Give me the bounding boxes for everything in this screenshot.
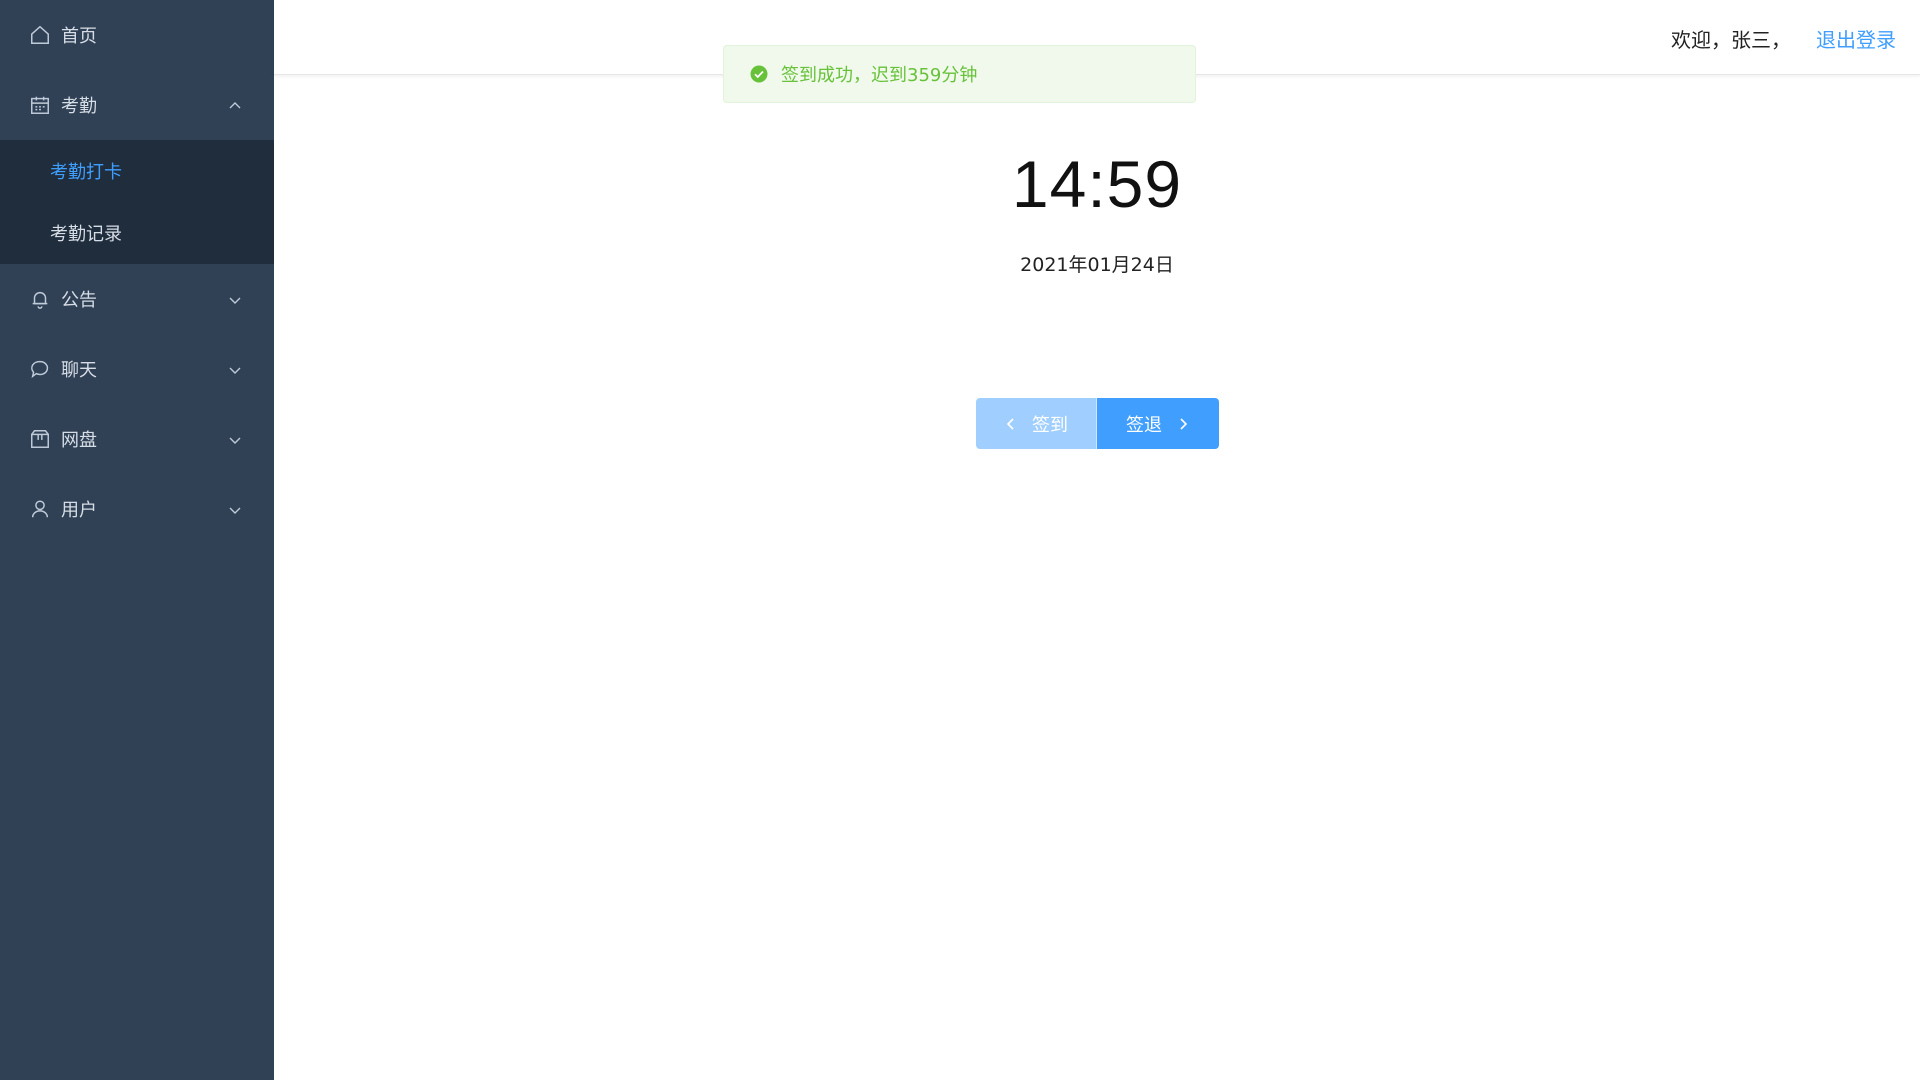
sidebar-item-user[interactable]: 用户 <box>0 474 274 544</box>
success-message-toast: 签到成功，迟到359分钟 <box>723 45 1196 103</box>
sidebar-item-label: 用户 <box>61 500 97 521</box>
user-icon <box>29 498 51 520</box>
chevron-down-icon <box>228 362 242 376</box>
chevron-down-icon <box>228 432 242 446</box>
signin-button-label: 签到 <box>1032 414 1068 436</box>
sidebar-subitem-label: 考勤记录 <box>50 224 122 245</box>
sidebar-item-chat[interactable]: 聊天 <box>0 334 274 404</box>
sidebar-item-label: 网盘 <box>61 430 97 451</box>
signout-button-label: 签退 <box>1126 414 1162 436</box>
sidebar: 首页 考勤 考勤打卡 考勤记录 公告 聊天 网盘 用户 <box>0 0 274 1080</box>
sidebar-subitem-checkin[interactable]: 考勤打卡 <box>0 140 274 202</box>
signin-button[interactable]: 签到 <box>976 398 1097 449</box>
sidebar-subitem-label: 考勤打卡 <box>50 162 122 183</box>
welcome-text: 欢迎，张三， <box>1671 28 1791 52</box>
home-icon <box>29 24 51 46</box>
sidebar-item-attendance[interactable]: 考勤 <box>0 70 274 140</box>
sidebar-item-disk[interactable]: 网盘 <box>0 404 274 474</box>
clock-time: 14:59 <box>1011 147 1183 221</box>
chevron-down-icon <box>228 502 242 516</box>
chat-icon <box>29 358 51 380</box>
check-circle-icon <box>750 65 768 83</box>
toast-message: 签到成功，迟到359分钟 <box>781 65 978 86</box>
sidebar-item-home[interactable]: 首页 <box>0 0 274 70</box>
chevron-down-icon <box>228 292 242 306</box>
chevron-left-icon <box>1006 417 1014 430</box>
chevron-up-icon <box>228 98 242 112</box>
bell-icon <box>29 288 51 310</box>
signout-button[interactable]: 签退 <box>1097 398 1219 449</box>
sidebar-item-label: 考勤 <box>61 96 97 117</box>
logout-link[interactable]: 退出登录 <box>1816 24 1896 53</box>
checkin-button-group: 签到 签退 <box>976 398 1219 449</box>
sidebar-item-notice[interactable]: 公告 <box>0 264 274 334</box>
sidebar-item-label: 聊天 <box>61 360 97 381</box>
sidebar-item-label: 首页 <box>61 26 97 47</box>
sidebar-item-label: 公告 <box>61 290 97 311</box>
box-icon <box>29 428 51 450</box>
calendar-icon <box>29 94 51 116</box>
sidebar-subitem-records[interactable]: 考勤记录 <box>0 202 274 264</box>
clock-date: 2021年01月24日 <box>1020 254 1174 276</box>
chevron-right-icon <box>1180 417 1188 430</box>
